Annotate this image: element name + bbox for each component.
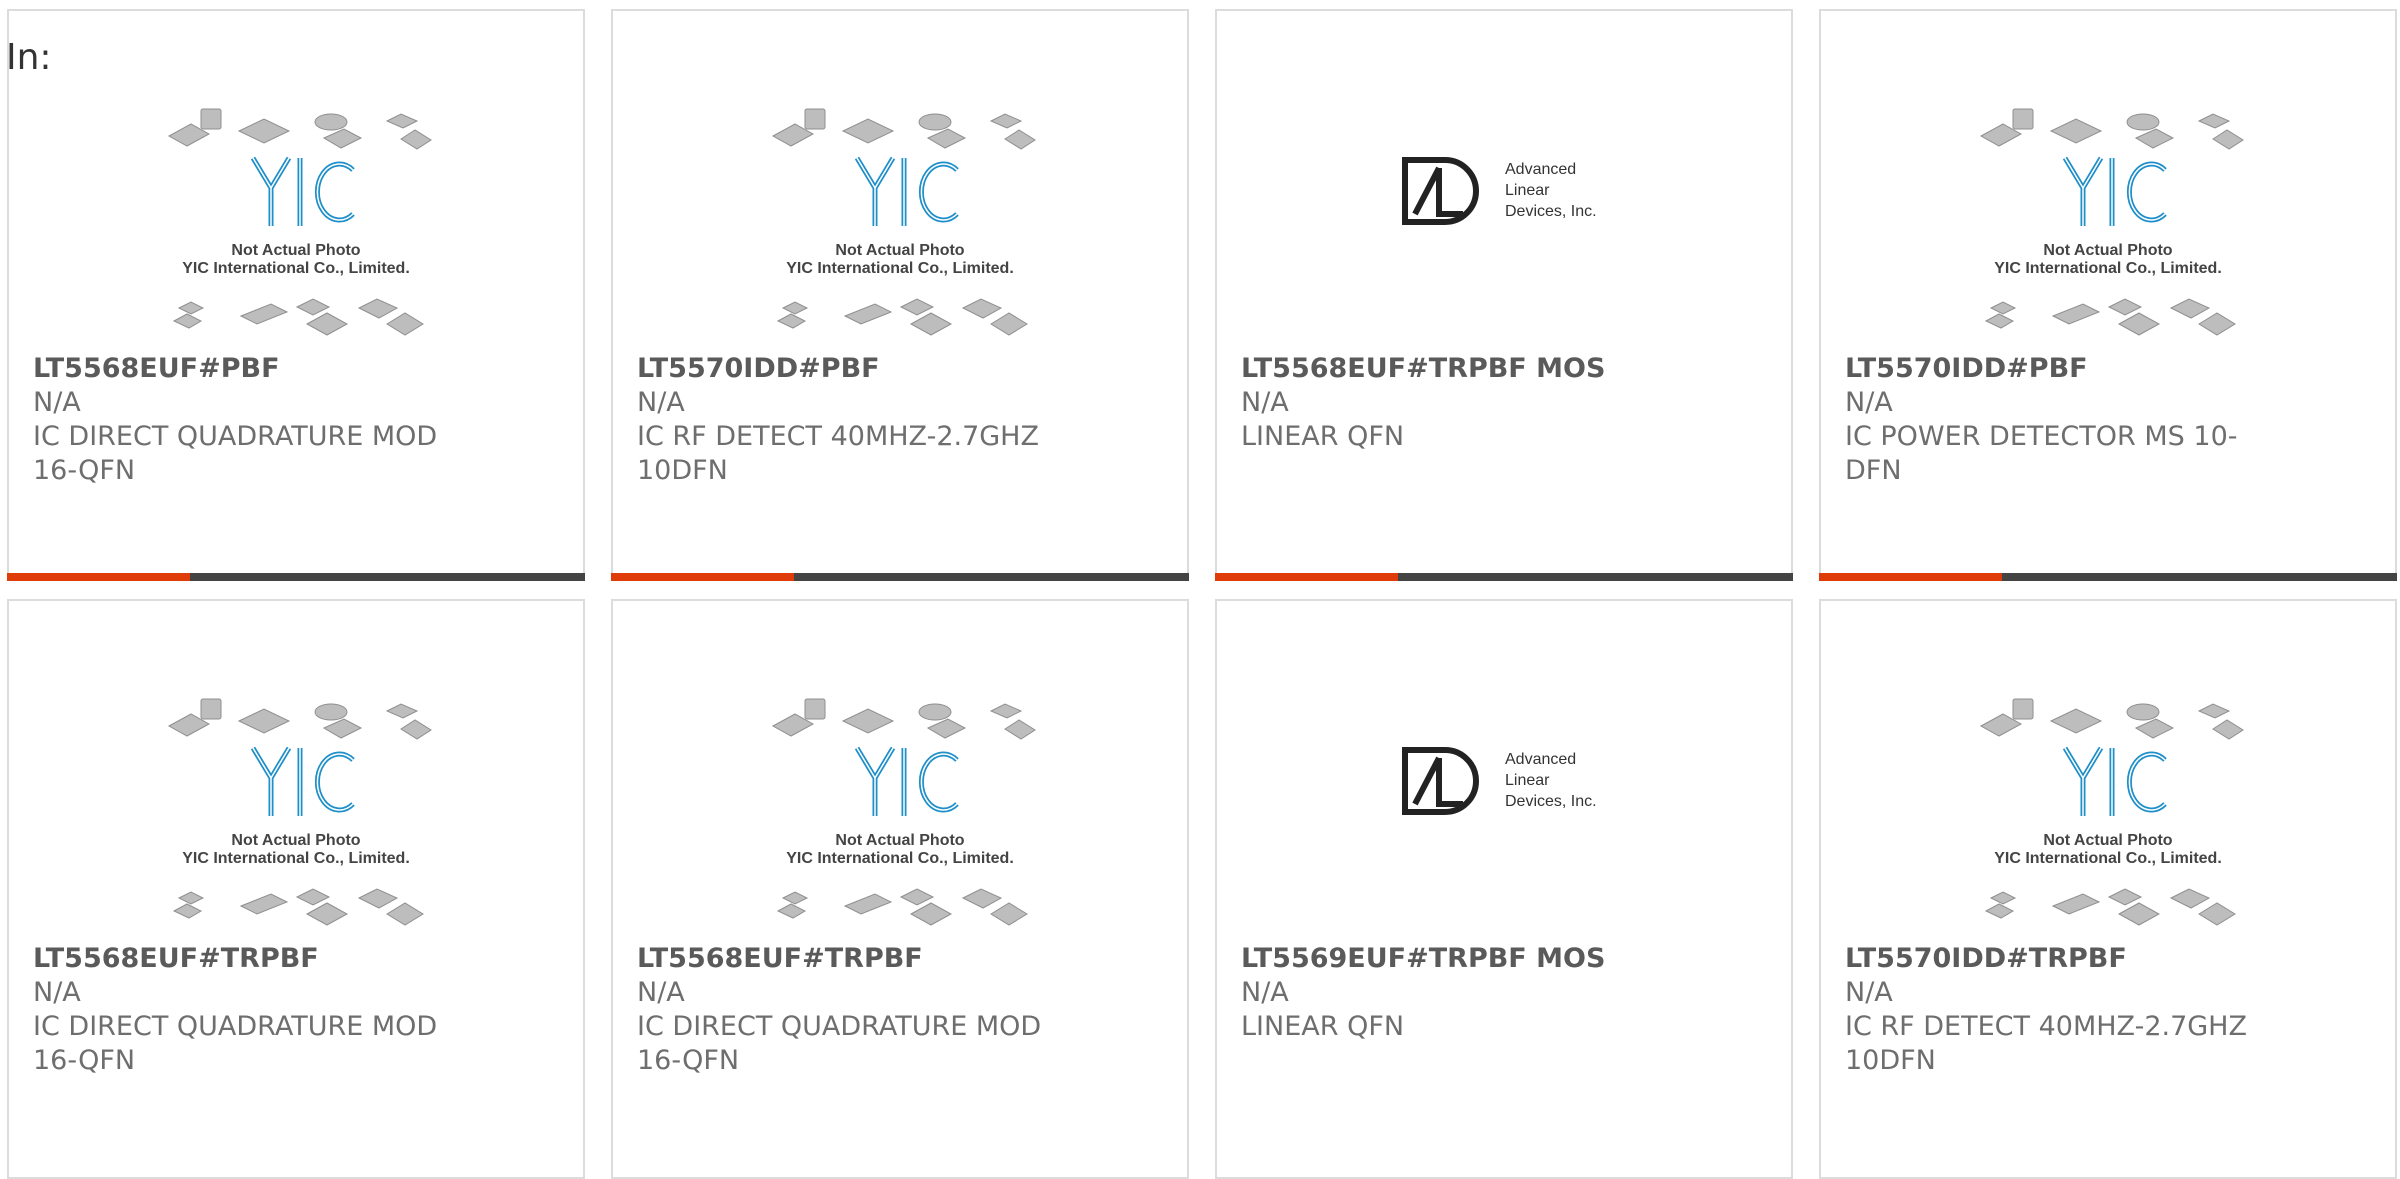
ald-logo-line3: Devices, Inc. [1505, 793, 1597, 810]
yic-placeholder-image: Not Actual Photo YIC International Co., … [771, 698, 1036, 926]
yic-placeholder-image: Not Actual Photo YIC International Co., … [1979, 698, 2244, 926]
yic-caption-line2: YIC International Co., Limited. [1994, 850, 2222, 867]
accent-segment [611, 573, 794, 581]
ald-logo-mark [1402, 747, 1479, 815]
product-image[interactable]: Not Actual Photo YIC International Co., … [613, 686, 1187, 936]
ald-logo-line1: Advanced [1505, 751, 1576, 768]
ald-logo-line2: Linear [1505, 772, 1550, 789]
ald-logo-image: Advanced Linear Devices, Inc. [1402, 157, 1597, 225]
product-card[interactable]: Not Actual Photo YIC International Co., … [1819, 9, 2397, 581]
part-number-link[interactable]: LT5569EUF#TRPBF MOS [1241, 942, 1661, 976]
product-image[interactable]: Advanced Linear Devices, Inc. [1217, 96, 1791, 346]
ald-logo-line2: Linear [1505, 182, 1550, 199]
part-number-link[interactable]: LT5568EUF#PBF [33, 352, 453, 386]
yic-caption-line2: YIC International Co., Limited. [182, 260, 410, 277]
description: IC DIRECT QUADRATURE MOD 16-QFN [637, 1011, 1042, 1076]
product-image[interactable]: Not Actual Photo YIC International Co., … [1821, 686, 2395, 936]
product-info: LT5570IDD#PBF N/A IC RF DETECT 40MHZ-2.7… [637, 352, 1057, 488]
product-card[interactable]: Advanced Linear Devices, Inc. LT5569EUF#… [1215, 599, 1793, 1179]
yic-caption-line1: Not Actual Photo [2043, 242, 2172, 259]
page-label: In: [6, 37, 52, 78]
manufacturer: N/A [1241, 387, 1289, 418]
product-card[interactable]: Not Actual Photo YIC International Co., … [611, 599, 1189, 1179]
product-card[interactable]: Not Actual Photo YIC International Co., … [7, 599, 585, 1179]
product-card[interactable]: Not Actual Photo YIC International Co., … [611, 9, 1189, 581]
accent-segment [7, 573, 190, 581]
yic-caption-line1: Not Actual Photo [2043, 832, 2172, 849]
accent-segment [1819, 573, 2002, 581]
product-info: LT5570IDD#PBF N/A IC POWER DETECTOR MS 1… [1845, 352, 2265, 488]
description: IC RF DETECT 40MHZ-2.7GHZ 10DFN [637, 421, 1039, 486]
manufacturer: N/A [33, 387, 81, 418]
description: IC DIRECT QUADRATURE MOD 16-QFN [33, 1011, 438, 1076]
product-info: LT5568EUF#TRPBF MOS N/A LINEAR QFN [1241, 352, 1661, 454]
yic-caption-line1: Not Actual Photo [835, 832, 964, 849]
manufacturer: N/A [1845, 977, 1893, 1008]
part-number-link[interactable]: LT5570IDD#PBF [1845, 352, 2265, 386]
product-image[interactable]: Not Actual Photo YIC International Co., … [1821, 96, 2395, 346]
product-image[interactable]: Not Actual Photo YIC International Co., … [9, 96, 583, 346]
yic-caption-line1: Not Actual Photo [231, 242, 360, 259]
ald-logo-line1: Advanced [1505, 161, 1576, 178]
yic-placeholder-image: Not Actual Photo YIC International Co., … [771, 108, 1036, 336]
description: LINEAR QFN [1241, 421, 1405, 452]
manufacturer: N/A [637, 387, 685, 418]
manufacturer: N/A [637, 977, 685, 1008]
description: IC POWER DETECTOR MS 10-DFN [1845, 421, 2238, 486]
yic-caption-line2: YIC International Co., Limited. [182, 850, 410, 867]
ald-logo-image: Advanced Linear Devices, Inc. [1402, 747, 1597, 815]
product-info: LT5568EUF#TRPBF N/A IC DIRECT QUADRATURE… [33, 942, 453, 1078]
yic-caption-line2: YIC International Co., Limited. [1994, 260, 2222, 277]
part-number-link[interactable]: LT5568EUF#TRPBF MOS [1241, 352, 1661, 386]
part-number-link[interactable]: LT5568EUF#TRPBF [33, 942, 453, 976]
card-accent-bar [1215, 573, 1793, 581]
manufacturer: N/A [1241, 977, 1289, 1008]
part-number-link[interactable]: LT5570IDD#PBF [637, 352, 1057, 386]
description: IC DIRECT QUADRATURE MOD 16-QFN [33, 421, 438, 486]
product-grid: Not Actual Photo YIC International Co., … [0, 0, 2400, 1179]
ald-logo-line3: Devices, Inc. [1505, 203, 1597, 220]
product-info: LT5568EUF#PBF N/A IC DIRECT QUADRATURE M… [33, 352, 453, 488]
product-info: LT5569EUF#TRPBF MOS N/A LINEAR QFN [1241, 942, 1661, 1044]
product-image[interactable]: Advanced Linear Devices, Inc. [1217, 686, 1791, 936]
yic-placeholder-image: Not Actual Photo YIC International Co., … [167, 108, 432, 336]
product-image[interactable]: Not Actual Photo YIC International Co., … [9, 686, 583, 936]
product-info: LT5570IDD#TRPBF N/A IC RF DETECT 40MHZ-2… [1845, 942, 2265, 1078]
part-number-link[interactable]: LT5568EUF#TRPBF [637, 942, 1057, 976]
accent-segment [1215, 573, 1398, 581]
yic-caption-line1: Not Actual Photo [835, 242, 964, 259]
ald-logo-mark [1402, 157, 1479, 225]
yic-caption-line1: Not Actual Photo [231, 832, 360, 849]
product-card[interactable]: Not Actual Photo YIC International Co., … [7, 9, 585, 581]
yic-placeholder-image: Not Actual Photo YIC International Co., … [1979, 108, 2244, 336]
manufacturer: N/A [33, 977, 81, 1008]
product-image[interactable]: Not Actual Photo YIC International Co., … [613, 96, 1187, 346]
yic-caption-line2: YIC International Co., Limited. [786, 260, 1014, 277]
product-info: LT5568EUF#TRPBF N/A IC DIRECT QUADRATURE… [637, 942, 1057, 1078]
product-card[interactable]: Advanced Linear Devices, Inc. LT5568EUF#… [1215, 9, 1793, 581]
card-accent-bar [1819, 573, 2397, 581]
description: LINEAR QFN [1241, 1011, 1405, 1042]
part-number-link[interactable]: LT5570IDD#TRPBF [1845, 942, 2265, 976]
description: IC RF DETECT 40MHZ-2.7GHZ 10DFN [1845, 1011, 2247, 1076]
card-accent-bar [611, 573, 1189, 581]
yic-placeholder-image: Not Actual Photo YIC International Co., … [167, 698, 432, 926]
product-card[interactable]: Not Actual Photo YIC International Co., … [1819, 599, 2397, 1179]
yic-caption-line2: YIC International Co., Limited. [786, 850, 1014, 867]
manufacturer: N/A [1845, 387, 1893, 418]
card-accent-bar [7, 573, 585, 581]
